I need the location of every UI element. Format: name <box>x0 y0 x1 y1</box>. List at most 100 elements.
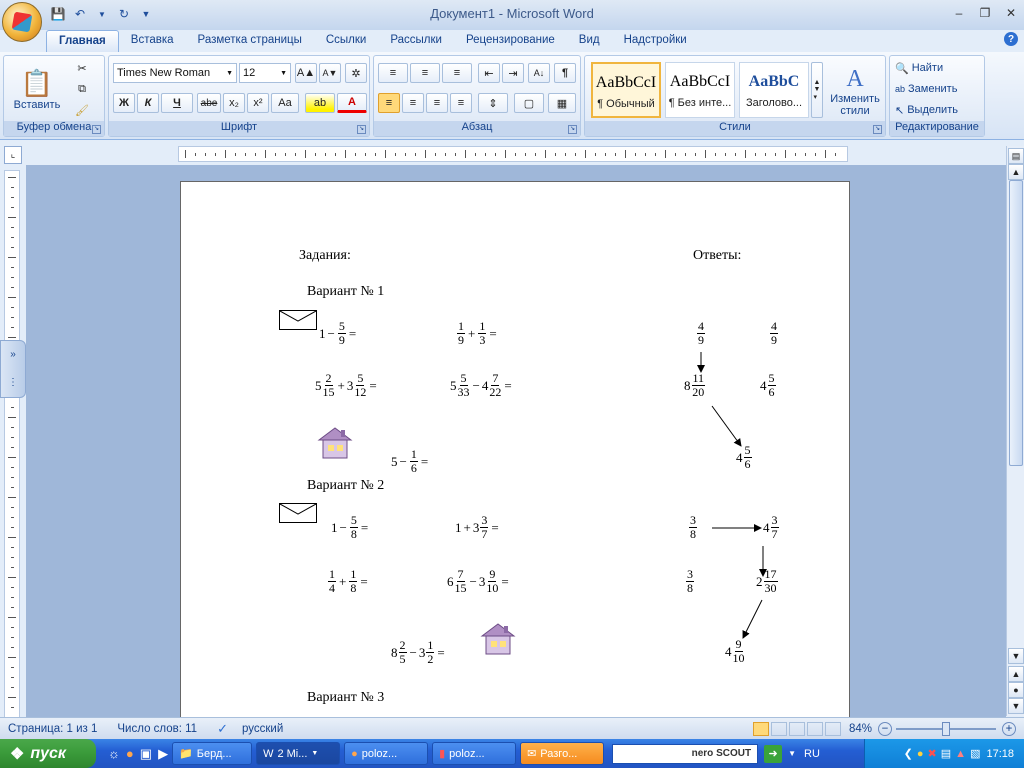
format-painter-icon[interactable]: 🖌 <box>72 101 92 119</box>
find-button[interactable]: 🔍 Найти <box>894 59 982 77</box>
align-right-icon[interactable]: ≡ <box>426 93 448 113</box>
multilevel-list-icon[interactable]: ≡ <box>442 63 472 83</box>
paste-button[interactable]: 📋 Вставить <box>10 58 64 120</box>
document-page[interactable]: Задания: Ответы: Вариант № 1 1−5 9 = 1 9 +1 3… <box>180 181 850 721</box>
restore-icon[interactable]: ❐ <box>972 4 998 22</box>
prev-page-icon[interactable]: ▲ <box>1008 666 1024 682</box>
tab-addins[interactable]: Надстройки <box>612 30 699 52</box>
copy-icon[interactable]: ⧉ <box>72 80 92 98</box>
tab-selector[interactable]: ⌞ <box>4 146 22 164</box>
decrease-indent-icon[interactable]: ⇤ <box>478 63 500 83</box>
font-color-icon[interactable]: A <box>337 93 367 113</box>
tray-icon-1[interactable]: ● <box>917 748 924 760</box>
shading-icon[interactable]: ▢ <box>514 93 544 113</box>
bullets-icon[interactable]: ≡ <box>378 63 408 83</box>
style-heading[interactable]: AaBbC Заголово... <box>739 62 809 118</box>
paragraph-expand-icon[interactable]: ↘ <box>568 125 577 134</box>
vertical-scrollbar[interactable]: ▤ ▲ ▼ ▲ ● ▼ <box>1006 146 1024 716</box>
nero-scout-search[interactable]: nero SCOUT <box>612 743 759 764</box>
quick-launch-media-icon[interactable]: ▶ <box>158 746 168 762</box>
outline-icon[interactable] <box>806 721 823 736</box>
tray-icon-4[interactable]: ▲ <box>955 748 966 760</box>
font-family-combo[interactable]: Times New Roman ▼ <box>113 63 237 83</box>
justify-icon[interactable]: ≡ <box>450 93 472 113</box>
page-count[interactable]: Страница: 1 из 1 <box>8 723 97 735</box>
tab-review[interactable]: Рецензирование <box>454 30 567 52</box>
language[interactable]: русский <box>242 723 283 735</box>
chevron-down-icon[interactable]: ▼ <box>788 749 796 758</box>
styles-scroll[interactable]: ▲ ▼ ▾ <box>811 62 823 118</box>
tray-icon-2[interactable]: ✖ <box>928 747 937 760</box>
tray-icon-5[interactable]: ▧ <box>970 747 980 760</box>
office-button[interactable] <box>2 2 42 42</box>
zoom-slider[interactable] <box>896 721 996 736</box>
font-expand-icon[interactable]: ↘ <box>357 125 366 134</box>
spellcheck-icon[interactable]: ✓ <box>217 721 228 737</box>
strikethrough-button[interactable]: abe <box>197 93 221 113</box>
clear-format-icon[interactable]: ✲ <box>345 63 367 83</box>
tab-home[interactable]: Главная <box>46 30 119 52</box>
scroll-up-icon[interactable]: ▲ <box>1008 164 1024 180</box>
styles-expand-icon[interactable]: ↘ <box>873 125 882 134</box>
sort-icon[interactable]: A↓ <box>528 63 550 83</box>
language-indicator[interactable]: RU <box>804 748 820 760</box>
go-arrow-icon[interactable]: ➜ <box>764 744 783 763</box>
tab-page-layout[interactable]: Разметка страницы <box>186 30 314 52</box>
zoom-in-icon[interactable]: + <box>1002 721 1016 736</box>
quick-launch-firefox-icon[interactable]: ● <box>126 746 134 761</box>
full-screen-icon[interactable] <box>770 721 787 736</box>
help-icon[interactable]: ? <box>1004 32 1018 46</box>
line-spacing-icon[interactable]: ⇕ <box>478 93 508 113</box>
scroll-down-icon[interactable]: ▼ <box>1008 648 1024 664</box>
browse-object-icon[interactable]: ● <box>1008 682 1024 698</box>
borders-icon[interactable]: ▦ <box>548 93 576 113</box>
tab-insert[interactable]: Вставка <box>119 30 186 52</box>
show-marks-icon[interactable]: ¶ <box>554 63 576 83</box>
web-layout-icon[interactable] <box>788 721 805 736</box>
vertical-ruler[interactable] <box>4 170 20 718</box>
print-layout-icon[interactable] <box>752 721 769 736</box>
taskbar-item-firefox[interactable]: ● poloz... <box>344 742 429 765</box>
taskbar-item-pdf[interactable]: ▮ poloz... <box>432 742 517 765</box>
word-count[interactable]: Число слов: 11 <box>117 723 197 735</box>
tab-references[interactable]: Ссылки <box>314 30 379 52</box>
font-size-combo[interactable]: 12 ▼ <box>239 63 291 83</box>
grow-font-icon[interactable]: A▲ <box>295 63 317 83</box>
clipboard-expand-icon[interactable]: ↘ <box>92 125 101 134</box>
quick-launch-ie-icon[interactable]: ☼ <box>108 746 120 761</box>
tab-view[interactable]: Вид <box>567 30 612 52</box>
horizontal-ruler[interactable] <box>178 146 848 162</box>
tray-icon-3[interactable]: ▤ <box>941 747 951 760</box>
next-page-icon[interactable]: ▼ <box>1008 698 1024 714</box>
superscript-button[interactable]: x² <box>247 93 269 113</box>
align-center-icon[interactable]: ≡ <box>402 93 424 113</box>
align-left-icon[interactable]: ≡ <box>378 93 400 113</box>
side-panel-handle[interactable]: » ⋮ <box>0 340 26 398</box>
underline-button[interactable]: Ч <box>161 93 193 113</box>
scroll-thumb[interactable] <box>1009 180 1023 466</box>
tray-expand-icon[interactable]: ❮ <box>904 747 913 760</box>
bold-button[interactable]: Ж <box>113 93 135 113</box>
select-button[interactable]: ↖ Выделить <box>894 101 982 119</box>
zoom-out-icon[interactable]: − <box>878 721 892 736</box>
close-icon[interactable]: ✕ <box>998 4 1024 22</box>
shrink-font-icon[interactable]: A▼ <box>319 63 341 83</box>
cut-icon[interactable]: ✂ <box>72 59 92 77</box>
start-button[interactable]: ❖ пуск <box>0 739 96 768</box>
split-icon[interactable]: ▤ <box>1008 148 1024 164</box>
highlight-icon[interactable]: ab <box>305 93 335 113</box>
replace-button[interactable]: ab Заменить <box>894 80 982 98</box>
quick-launch-word-icon[interactable]: ▣ <box>140 746 152 762</box>
taskbar-item-folder[interactable]: 📁 Берд... <box>172 742 253 765</box>
change-case-button[interactable]: Aa <box>271 93 299 113</box>
minimize-icon[interactable]: – <box>946 4 972 22</box>
taskbar-item-chat[interactable]: ✉ Разго... <box>520 742 605 765</box>
increase-indent-icon[interactable]: ⇥ <box>502 63 524 83</box>
subscript-button[interactable]: x₂ <box>223 93 245 113</box>
italic-button[interactable]: К <box>137 93 159 113</box>
draft-icon[interactable] <box>824 721 841 736</box>
zoom-level[interactable]: 84% <box>849 723 872 735</box>
style-normal[interactable]: AaBbCcI ¶ Обычный <box>591 62 661 118</box>
style-no-spacing[interactable]: AaBbCcI ¶ Без инте... <box>665 62 735 118</box>
tab-mailings[interactable]: Рассылки <box>378 30 454 52</box>
